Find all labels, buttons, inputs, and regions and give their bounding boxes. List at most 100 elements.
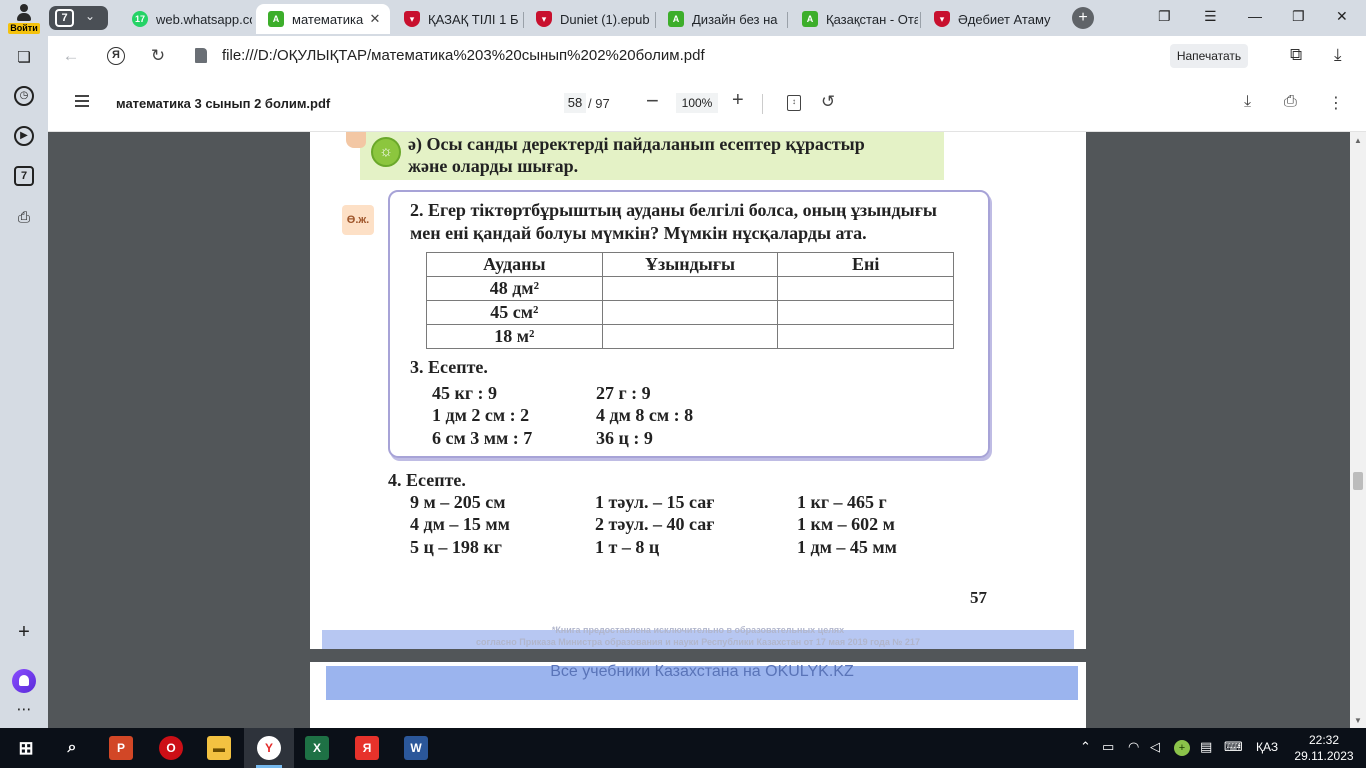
task-3-item: 36 ц : 9 [596,428,653,448]
user-avatar-icon [16,4,32,22]
battery-icon[interactable]: ▭ [1102,739,1114,755]
table-cell: 45 см² [426,300,603,325]
chevron-down-icon: ⌄ [85,9,96,23]
translate-icon[interactable]: ⧉ [1290,45,1302,65]
scroll-down-icon[interactable]: ▼ [1354,716,1362,725]
task-3-item: 6 см 3 мм : 7 [432,428,533,448]
language-indicator[interactable]: ҚАЗ [1256,740,1278,754]
rotate-icon[interactable]: ↺ [821,92,835,112]
table-cell: 48 дм² [426,276,603,301]
pdf-viewer[interactable]: ☼ ә) Осы санды деректерді пайдаланып есе… [48,132,1350,728]
tab-title: ҚАЗАҚ ТІЛІ 1 Б [428,11,519,27]
close-window-icon[interactable]: ✕ [1336,8,1348,25]
windows-start-icon[interactable]: ⊞ [14,736,38,760]
windows-taskbar: ⊞ ⌕ P O ▬ Y X Я W ⌃ ▭ ◠ ◁ + ▤ ⌨ ҚАЗ 22:3… [0,728,1366,768]
footer-notice: *Книга предоставлена исключительно в обр… [322,624,1074,648]
collections-panel-icon[interactable]: ❏ [14,48,34,68]
new-tab-button[interactable]: + [1072,7,1094,29]
login-button[interactable]: Войти [6,2,42,34]
next-pdf-page: Все учебники Казахстана на OKULYK.KZ [310,662,1086,728]
close-tab-icon[interactable]: ✕ [366,11,384,27]
task-4-item: 9 м – 205 см [410,492,506,512]
task-4-item: 4 дм – 15 мм [410,514,510,534]
play-icon[interactable]: ▶ [14,126,34,146]
tab-kazakh-language[interactable]: ▾ ҚАЗАҚ ТІЛІ 1 Б [392,4,522,34]
restore-icon[interactable]: ❐ [1292,8,1305,25]
tab-separator [787,12,788,28]
tab-kazakhstan[interactable]: A Қазақстан - Ота [790,4,918,34]
download-pdf-icon[interactable]: ⤓ [1244,93,1251,111]
zoom-in-icon[interactable]: + [732,89,744,112]
clock[interactable]: 22:32 29.11.2023 [1294,732,1354,764]
url-input[interactable]: file:///D:/ОҚУЛЫҚТАР/математика%203%20сы… [222,47,705,64]
task-4-item: 1 кг – 465 г [797,492,887,512]
tab-mathematics[interactable]: A математика 3 ✕ [256,4,390,34]
task-3-item: 4 дм 8 см : 8 [596,405,694,425]
excel-icon[interactable]: X [305,736,329,760]
menu-icon[interactable]: ☰ [1204,8,1217,25]
collections-icon[interactable]: ❐ [1158,8,1171,25]
outline-menu-icon[interactable] [75,95,89,107]
tray-expand-icon[interactable]: ⌃ [1080,739,1091,755]
lightbulb-icon: ☼ [371,137,401,167]
tab-count: 7 [55,9,74,27]
table-header-row: Ауданы Ұзындығы Ені [426,252,954,277]
tab-title: web.whatsapp.com [156,11,252,27]
reload-button[interactable]: ↻ [147,46,169,66]
column-header: Ені [777,252,954,277]
yandex-browser-icon[interactable]: Y [257,736,281,760]
shield-icon: ▾ [934,11,950,27]
task-3-item: 1 дм 2 см : 2 [432,405,530,425]
file-explorer-icon[interactable]: ▬ [207,736,231,760]
scroll-up-icon[interactable]: ▲ [1354,136,1362,145]
opera-icon[interactable]: O [159,736,183,760]
sidebar-badge-icon[interactable]: 7 [14,166,34,186]
history-icon[interactable]: ◷ [14,86,34,106]
task-2-line-1: 2. Егер тіктөртбұрыштың ауданы белгілі б… [410,200,937,220]
print-icon[interactable]: ⎙ [1284,93,1297,111]
vertical-scrollbar[interactable]: ▲ ▼ [1350,132,1366,728]
table-row: 48 дм² [426,276,954,301]
tab-design[interactable]: A Дизайн без на [656,4,786,34]
notification-icon[interactable]: ▤ [1200,739,1212,755]
keyboard-icon[interactable]: ⌨ [1224,739,1243,755]
back-button[interactable]: ← [60,46,82,66]
assistant-icon[interactable] [12,669,36,693]
wifi-icon[interactable]: ◠ [1128,739,1139,755]
tab-title: Дизайн без на [692,11,778,27]
word-icon[interactable]: W [404,736,428,760]
tab-counter-button[interactable]: 7 ⌄ [49,6,108,30]
screenshot-icon[interactable]: ⎙ [14,208,34,228]
yandex-icon[interactable]: Я [107,47,125,65]
minimize-icon[interactable]: — [1248,8,1262,24]
whatsapp-icon: 17 [132,11,148,27]
task-3-item: 45 кг : 9 [432,383,498,403]
task-box: 2. Егер тіктөртбұрыштың ауданы белгілі б… [388,190,990,458]
search-icon[interactable]: ⌕ [60,736,84,760]
print-page-button[interactable]: Напечатать [1170,44,1248,68]
more-options-icon[interactable]: ⋮ [1328,93,1344,113]
page-number-input[interactable]: 58 [564,93,586,113]
zoom-out-icon[interactable]: − [646,88,659,114]
okulyk-banner-text: Все учебники Казахстана на OKULYK.KZ [550,663,854,680]
scrollbar-thumb[interactable] [1353,472,1363,490]
hint-line-1: ә) Осы санды деректерді пайдаланып есепт… [408,134,865,154]
more-dots-icon[interactable]: ⋯ [14,700,34,720]
powerpoint-icon[interactable]: P [109,736,133,760]
volume-icon[interactable]: ◁ [1150,739,1160,755]
table-cell: 18 м² [426,324,603,349]
yandex-icon[interactable]: Я [355,736,379,760]
task-4-item: 1 дм – 45 мм [797,537,897,557]
tab-duniet[interactable]: ▾ Duniet (1).epub [524,4,654,34]
add-panel-icon[interactable]: + [14,622,34,642]
left-sidebar: ❏ ◷ ▶ 7 ⎙ + ⋯ [0,36,48,728]
zoom-input[interactable]: 100% [676,93,718,113]
fit-page-icon[interactable]: ↕ [787,95,801,111]
area-table: Ауданы Ұзындығы Ені 48 дм² 45 см² 18 м² [426,252,954,349]
tab-whatsapp[interactable]: 17 web.whatsapp.com [120,4,252,34]
task-4-title: 4. Есепте. [388,470,466,490]
download-icon[interactable]: ⤓ [1334,45,1342,65]
update-icon[interactable]: + [1174,740,1190,756]
tab-literature[interactable]: ▾ Әдебиет Атаму [922,4,1056,34]
table-cell [777,276,954,301]
